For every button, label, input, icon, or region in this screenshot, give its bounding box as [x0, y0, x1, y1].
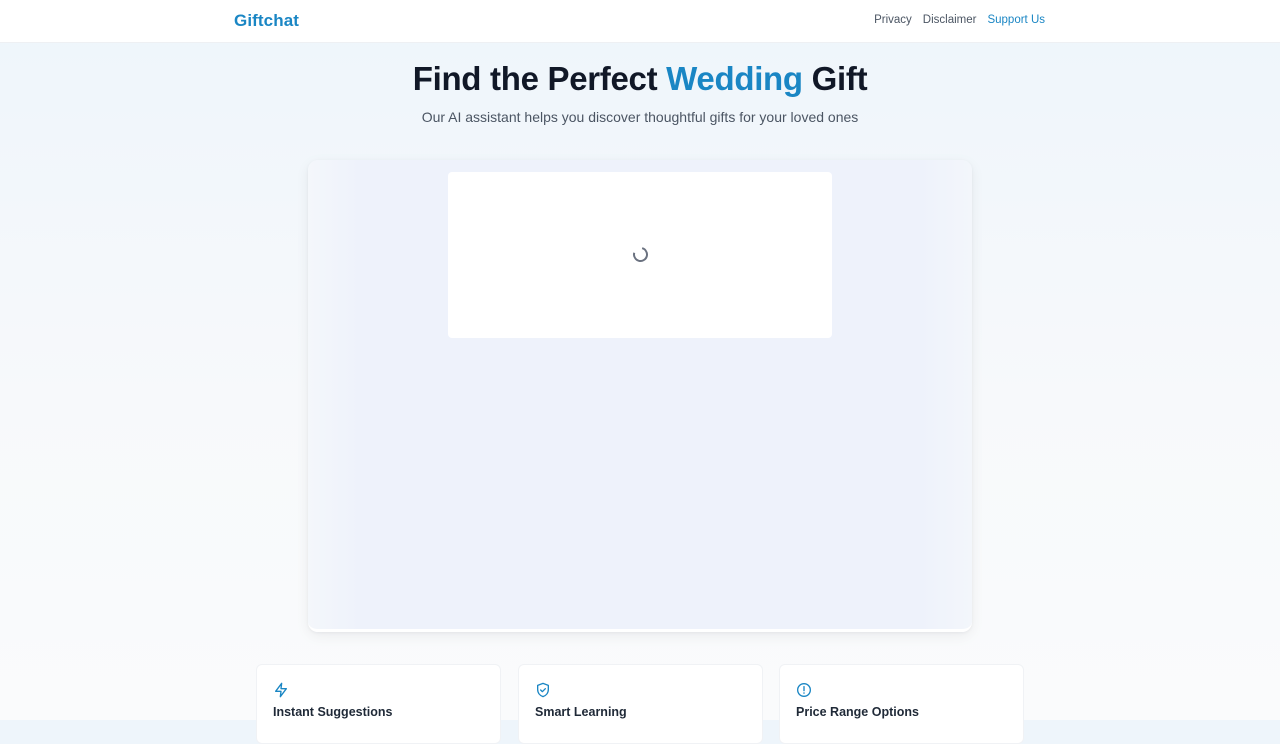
shield-check-icon [537, 682, 549, 698]
loading-card [448, 172, 832, 338]
title-accent: Wedding [666, 60, 803, 97]
brand-logo[interactable]: Giftchat [234, 11, 299, 31]
nav-links: Privacy Disclaimer Support Us [874, 14, 1045, 26]
page-title: Find the Perfect Wedding Gift [0, 60, 1280, 98]
nav-link-privacy[interactable]: Privacy [874, 14, 912, 26]
feature-card-smart-learning: Smart Learning [518, 664, 763, 744]
feature-card-price-range-options: Price Range Options [779, 664, 1024, 744]
feature-title: Smart Learning [535, 705, 627, 719]
nav-link-disclaimer[interactable]: Disclaimer [923, 14, 977, 26]
page-subtitle: Our AI assistant helps you discover thou… [421, 109, 859, 125]
lightning-icon [275, 682, 287, 698]
feature-card-instant-suggestions: Instant Suggestions [256, 664, 501, 744]
feature-title: Instant Suggestions [273, 705, 393, 719]
loading-spinner-icon [630, 244, 651, 265]
title-prefix: Find the Perfect [412, 60, 667, 97]
feature-cards: Instant Suggestions Smart Learning Price… [256, 664, 1024, 744]
feature-title: Price Range Options [796, 705, 919, 719]
top-navbar: Giftchat Privacy Disclaimer Support Us [0, 0, 1280, 43]
chat-panel [308, 160, 972, 632]
title-suffix: Gift [802, 60, 868, 97]
nav-link-support-us[interactable]: Support Us [987, 14, 1045, 26]
info-circle-icon [797, 683, 811, 697]
